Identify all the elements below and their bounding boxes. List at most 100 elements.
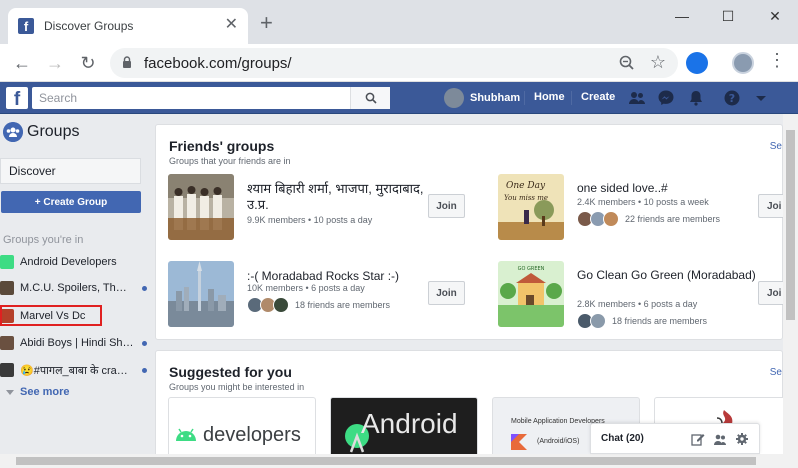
card-subtitle: Groups that your friends are in: [169, 156, 291, 166]
discover-link[interactable]: Discover: [0, 158, 141, 184]
unread-dot: [142, 285, 147, 291]
friend-requests-icon[interactable]: [628, 89, 646, 107]
bookmark-star-icon[interactable]: ☆: [650, 52, 666, 73]
svg-text:One Day: One Day: [506, 181, 546, 191]
url-text: facebook.com/groups/: [144, 55, 292, 72]
suggested-group-sublabel: (Android/iOS): [537, 438, 580, 445]
group-cover-image: One Day You miss me: [498, 174, 564, 240]
new-tab-button[interactable]: +: [260, 12, 273, 34]
see-more-link[interactable]: See more: [6, 386, 70, 398]
scrollbar-thumb[interactable]: [16, 457, 756, 465]
see-all-link[interactable]: Se: [770, 367, 782, 378]
horizontal-scrollbar[interactable]: [0, 454, 798, 468]
restore-button[interactable]: ☐: [713, 6, 743, 26]
minimize-button[interactable]: —: [667, 6, 697, 26]
friends-members: 22 friends are members: [577, 210, 720, 228]
friends-count: 22 friends are members: [625, 214, 721, 224]
friends-members: 18 friends are members: [577, 312, 707, 330]
messenger-icon[interactable]: [657, 89, 675, 107]
home-link[interactable]: Home: [534, 91, 565, 103]
group-name[interactable]: श्याम बिहारी शर्मा, भाजपा, मुरादाबाद, उ.…: [247, 181, 427, 213]
user-avatar: [444, 88, 464, 108]
search-input[interactable]: [32, 87, 352, 109]
android-logo-icon: [176, 428, 196, 441]
user-name: Shubham: [470, 92, 521, 104]
help-icon[interactable]: ?: [723, 89, 741, 107]
card-title: Suggested for you: [169, 364, 292, 380]
facebook-favicon-icon: f: [18, 18, 34, 34]
friend-avatar: [273, 297, 289, 313]
browser-menu-icon[interactable]: ⋮: [768, 50, 786, 71]
new-message-icon[interactable]: [691, 432, 705, 446]
group-label: Android Developers: [20, 256, 117, 268]
address-bar[interactable]: facebook.com/groups/ ☆: [110, 48, 678, 78]
see-more-label: See more: [20, 386, 70, 398]
divider: [524, 91, 525, 105]
card-title: Friends' groups: [169, 138, 275, 154]
group-chat-icon[interactable]: [713, 432, 727, 446]
groups-icon: [3, 122, 23, 142]
browser-tab[interactable]: f Discover Groups ✕: [8, 8, 248, 44]
tab-close-icon[interactable]: ✕: [225, 17, 238, 33]
lock-icon: [123, 56, 131, 68]
profile-link[interactable]: Shubham: [444, 88, 520, 108]
friends-count: 18 friends are members: [295, 300, 391, 310]
group-meta: 9.9K members • 10 posts a day: [247, 215, 373, 225]
join-button[interactable]: Joi: [758, 194, 783, 218]
back-button[interactable]: ←: [10, 51, 34, 75]
vertical-scrollbar[interactable]: [783, 114, 798, 454]
svg-text:?: ?: [729, 92, 735, 105]
forward-button[interactable]: →: [43, 51, 67, 75]
group-thumbnail: [0, 336, 14, 350]
chat-bar[interactable]: Chat (20): [590, 423, 760, 454]
sidebar-group-item[interactable]: Android Developers: [0, 253, 150, 271]
suggested-group-card[interactable]: developers: [168, 397, 316, 454]
group-cover-image: [168, 174, 234, 240]
suggested-group-label: developers: [203, 424, 301, 446]
create-link[interactable]: Create: [581, 91, 615, 103]
browser-toolbar: ← → ↻ facebook.com/groups/ ☆ ⋮: [0, 44, 798, 82]
suggested-group-label: Android: [361, 408, 458, 439]
page-content: Groups Discover + Create Group Groups yo…: [0, 114, 783, 454]
sidebar-group-item[interactable]: 😢#पागल_बाबा के cra…: [0, 361, 150, 379]
join-button[interactable]: Join: [428, 281, 465, 305]
account-menu-caret-icon[interactable]: [752, 89, 770, 107]
chat-label: Chat (20): [601, 433, 644, 444]
search-box: [32, 87, 390, 109]
profile-avatar-icon[interactable]: [732, 52, 754, 74]
group-label: M.C.U. Spoilers, Th…: [20, 282, 127, 294]
join-button[interactable]: Join: [428, 194, 465, 218]
group-name[interactable]: :-( Moradabad Rocks Star :-): [247, 269, 427, 284]
join-button[interactable]: Joi: [758, 281, 783, 305]
scrollbar-thumb[interactable]: [786, 130, 795, 320]
reload-button[interactable]: ↻: [76, 51, 100, 75]
friends-members: 18 friends are members: [247, 296, 390, 314]
highlight-box: [0, 305, 102, 326]
group-cover-image: [168, 261, 234, 327]
divider: [571, 91, 572, 105]
suggested-group-card[interactable]: Android: [330, 397, 478, 454]
unread-dot: [142, 367, 147, 373]
group-name[interactable]: one sided love..#: [577, 181, 757, 196]
notifications-bell-icon[interactable]: [687, 89, 705, 107]
svg-text:GO GREEN: GO GREEN: [518, 266, 545, 272]
sidebar-group-item[interactable]: M.C.U. Spoilers, Th…: [0, 279, 150, 297]
close-window-button[interactable]: ✕: [760, 6, 790, 26]
create-group-button[interactable]: + Create Group: [1, 191, 141, 213]
extension-icon[interactable]: [686, 52, 708, 74]
see-all-link[interactable]: Se: [770, 141, 782, 152]
sidebar-group-item[interactable]: Abidi Boys | Hindi Sh…: [0, 334, 150, 352]
chevron-down-icon: [6, 389, 14, 395]
group-name[interactable]: Go Clean Go Green (Moradabad): [577, 268, 757, 283]
group-label: 😢#पागल_बाबा के cra…: [20, 364, 128, 377]
facebook-logo-icon[interactable]: f: [6, 87, 28, 109]
tab-title: Discover Groups: [44, 19, 134, 33]
search-button[interactable]: [350, 87, 390, 109]
zoom-icon[interactable]: [618, 54, 636, 72]
group-thumbnail: [0, 255, 14, 269]
group-meta: 2.4K members • 10 posts a week: [577, 197, 709, 207]
kotlin-icon: [511, 434, 527, 450]
friends-groups-card: Friends' groups Groups that your friends…: [155, 124, 783, 340]
friend-avatar: [603, 211, 619, 227]
chat-settings-gear-icon[interactable]: [735, 432, 749, 446]
